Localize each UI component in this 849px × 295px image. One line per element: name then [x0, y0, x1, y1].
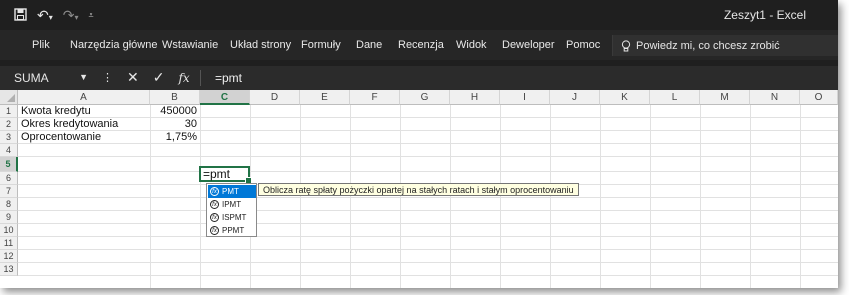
- tab-page-layout[interactable]: Układ strony: [230, 39, 291, 51]
- gridline: [18, 210, 838, 211]
- gridline: [18, 223, 838, 224]
- function-tooltip: Oblicza ratę spłaty pożyczki opartej na …: [258, 183, 579, 196]
- column-header-l[interactable]: L: [650, 90, 700, 105]
- row-header-2[interactable]: 2: [0, 118, 18, 131]
- tab-developer[interactable]: Deweloper: [502, 39, 555, 51]
- tab-view[interactable]: Widok: [456, 39, 487, 51]
- window-title: Zeszyt1 - Excel: [723, 8, 806, 22]
- column-header-g[interactable]: G: [400, 90, 450, 105]
- autocomplete-item-label: ISPMT: [222, 213, 247, 222]
- row-header-4[interactable]: 4: [0, 144, 18, 157]
- more-options-icon: ⋮: [102, 72, 113, 84]
- column-header-j[interactable]: J: [550, 90, 600, 105]
- excel-window: ↶▾ ↷▾ ⩡ Zeszyt1 - Excel Plik Narzędzia g…: [0, 0, 838, 288]
- column-header-i[interactable]: I: [500, 90, 550, 105]
- tab-home[interactable]: Narzędzia główne: [70, 39, 157, 51]
- function-autocomplete-list: fx PMT fx IPMT fx ISPMT fx PPMT: [206, 183, 257, 237]
- quick-access-toolbar: ↶▾ ↷▾ ⩡: [14, 7, 94, 24]
- function-icon: fx: [210, 213, 219, 222]
- row-header-9[interactable]: 9: [0, 211, 18, 224]
- formula-input[interactable]: =pmt: [215, 71, 242, 85]
- autocomplete-item-label: PMT: [222, 187, 239, 196]
- column-header-o[interactable]: O: [800, 90, 838, 105]
- cell-a3[interactable]: Oprocentowanie: [21, 131, 101, 144]
- undo-icon[interactable]: ↶▾: [37, 7, 53, 24]
- autocomplete-item-ispmt[interactable]: fx ISPMT: [208, 211, 256, 224]
- column-header-m[interactable]: M: [700, 90, 750, 105]
- column-header-a[interactable]: A: [18, 90, 150, 105]
- tell-me-label: Powiedz mi, co chcesz zrobić: [636, 39, 780, 52]
- row-header-13[interactable]: 13: [0, 263, 18, 276]
- cell-b2[interactable]: 30: [150, 118, 197, 131]
- function-icon: fx: [210, 200, 219, 209]
- column-header-b[interactable]: B: [150, 90, 200, 105]
- title-bar: ↶▾ ↷▾ ⩡ Zeszyt1 - Excel: [0, 0, 838, 30]
- name-box-value: SUMA: [14, 71, 49, 85]
- customize-toolbar-icon[interactable]: ⩡: [89, 10, 94, 21]
- tab-data[interactable]: Dane: [356, 39, 382, 51]
- cell-a1[interactable]: Kwota kredytu: [21, 105, 91, 118]
- autocomplete-item-pmt[interactable]: fx PMT: [208, 185, 256, 198]
- cell-a2[interactable]: Okres kredytowania: [21, 118, 118, 131]
- gridline: [18, 262, 838, 263]
- row-header-7[interactable]: 7: [0, 185, 18, 198]
- tab-insert[interactable]: Wstawianie: [162, 39, 218, 51]
- autocomplete-item-ppmt[interactable]: fx PPMT: [208, 224, 256, 237]
- column-header-h[interactable]: H: [450, 90, 500, 105]
- tab-formulas[interactable]: Formuły: [301, 39, 341, 51]
- row-header-11[interactable]: 11: [0, 237, 18, 250]
- row-header-1[interactable]: 1: [0, 105, 18, 118]
- cell-b1[interactable]: 450000: [150, 105, 197, 118]
- autocomplete-item-label: IPMT: [222, 200, 242, 209]
- formula-bar: SUMA ▼ ⋮ ✕ ✓ fx =pmt: [0, 66, 838, 90]
- cell-edit-text: =pmt: [203, 167, 231, 181]
- tab-help[interactable]: Pomoc: [566, 39, 600, 51]
- save-icon[interactable]: [14, 7, 27, 24]
- gridline: [18, 236, 838, 237]
- formula-bar-buttons: ⋮ ✕ ✓ fx: [102, 69, 190, 86]
- chevron-down-icon[interactable]: ▼: [79, 72, 88, 82]
- gridline: [18, 117, 838, 118]
- column-header-d[interactable]: D: [250, 90, 300, 105]
- column-header-k[interactable]: K: [600, 90, 650, 105]
- gridline: [18, 197, 838, 198]
- column-header-f[interactable]: F: [350, 90, 400, 105]
- row-header-12[interactable]: 12: [0, 250, 18, 263]
- column-header-n[interactable]: N: [750, 90, 800, 105]
- active-cell-c5[interactable]: =pmt: [199, 166, 252, 184]
- gridline: [18, 171, 838, 172]
- tell-me-box[interactable]: Powiedz mi, co chcesz zrobić: [612, 35, 838, 56]
- row-header-10[interactable]: 10: [0, 224, 18, 237]
- row-header-6[interactable]: 6: [0, 172, 18, 185]
- row-header-5[interactable]: 5: [0, 157, 18, 172]
- gridline: [18, 143, 838, 144]
- gridline: [18, 249, 838, 250]
- insert-function-icon[interactable]: fx: [178, 71, 189, 85]
- autocomplete-item-label: PPMT: [222, 226, 245, 235]
- lightbulb-icon: [621, 39, 631, 51]
- gridline: [18, 156, 838, 157]
- autocomplete-item-ipmt[interactable]: fx IPMT: [208, 198, 256, 211]
- redo-icon[interactable]: ↷▾: [63, 7, 79, 24]
- gridline: [18, 275, 838, 276]
- column-header-c[interactable]: C: [200, 90, 250, 105]
- formula-bar-divider: [200, 70, 201, 86]
- function-icon: fx: [210, 187, 219, 196]
- name-box[interactable]: SUMA ▼: [6, 68, 94, 88]
- cancel-icon[interactable]: ✕: [127, 69, 139, 86]
- row-header-3[interactable]: 3: [0, 131, 18, 144]
- row-header-8[interactable]: 8: [0, 198, 18, 211]
- cell-b3[interactable]: 1,75%: [150, 131, 197, 144]
- gridline: [18, 130, 838, 131]
- column-header-e[interactable]: E: [300, 90, 350, 105]
- select-all-button[interactable]: [0, 90, 18, 105]
- tab-file[interactable]: Plik: [32, 39, 50, 51]
- function-icon: fx: [210, 226, 219, 235]
- tab-review[interactable]: Recenzja: [398, 39, 444, 51]
- enter-icon[interactable]: ✓: [153, 69, 165, 86]
